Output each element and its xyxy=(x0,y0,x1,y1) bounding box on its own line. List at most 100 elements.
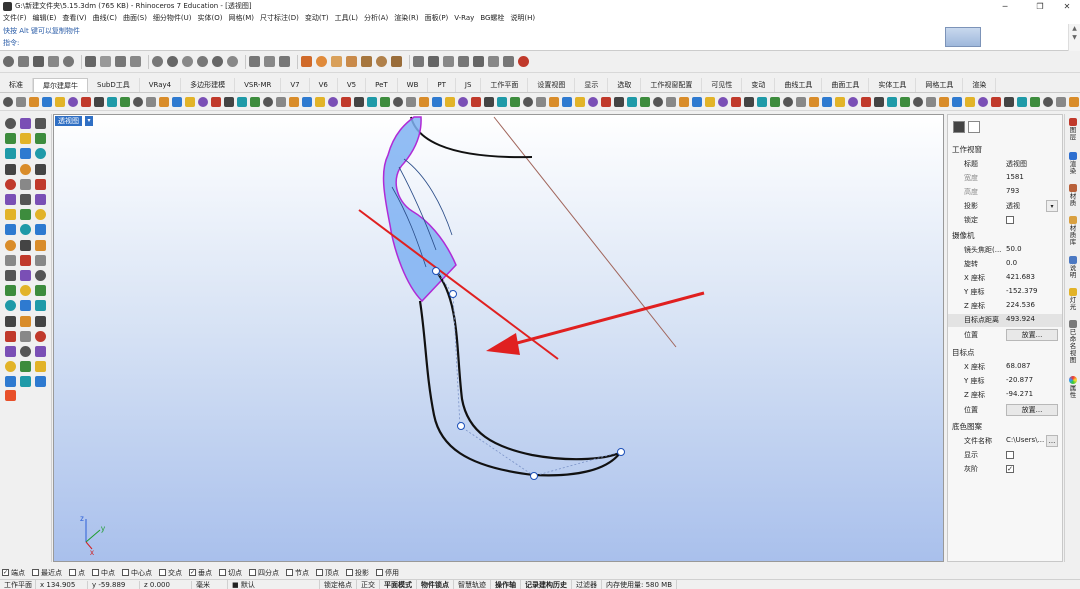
tool-icon[interactable] xyxy=(354,96,364,107)
model-canvas[interactable]: z y x xyxy=(54,115,944,562)
tool-icon[interactable] xyxy=(913,96,923,107)
grid-icon[interactable] xyxy=(361,56,372,67)
tool-icon[interactable] xyxy=(20,361,31,373)
tool-icon[interactable] xyxy=(159,96,169,107)
tool-icon[interactable] xyxy=(796,96,806,107)
camera-y-value[interactable]: -152.379 xyxy=(1006,287,1037,295)
red-line[interactable] xyxy=(358,209,559,360)
tab-solid-tools[interactable]: 实体工具 xyxy=(869,78,917,92)
side-tab-materials[interactable]: 材质 xyxy=(1068,184,1078,207)
tool-icon[interactable] xyxy=(20,224,31,236)
tool-icon[interactable] xyxy=(848,96,858,107)
tool-icon[interactable] xyxy=(35,178,46,190)
tool-icon[interactable] xyxy=(20,346,31,357)
select-points-icon[interactable] xyxy=(301,56,312,67)
menu-help[interactable]: 说明(H) xyxy=(510,13,535,23)
osnap-checkbox[interactable] xyxy=(316,569,323,576)
tool-icon[interactable] xyxy=(341,96,351,107)
chevron-down-icon[interactable]: ▾ xyxy=(1046,200,1058,212)
tool-icon[interactable] xyxy=(42,96,52,107)
menu-edit[interactable]: 编辑(E) xyxy=(33,13,57,23)
osnap-item[interactable]: 切点 xyxy=(219,568,242,578)
maximize-button[interactable]: ❐ xyxy=(1025,0,1055,12)
menu-render[interactable]: 渲染(R) xyxy=(394,13,418,23)
tab-v7[interactable]: V7 xyxy=(281,78,310,92)
filename-value[interactable]: C:\Users\... xyxy=(1006,436,1044,444)
tab-poly-modeling[interactable]: 多边形建模 xyxy=(181,78,236,92)
osnap-item[interactable]: 顶点 xyxy=(316,568,339,578)
tool-icon[interactable] xyxy=(35,376,46,388)
osnap-checkbox[interactable] xyxy=(32,569,39,576)
tool-icon[interactable] xyxy=(887,96,897,107)
tool-icon[interactable] xyxy=(20,376,31,388)
tool-icon[interactable] xyxy=(874,96,884,107)
tool-icon[interactable] xyxy=(562,96,572,107)
tool-icon[interactable] xyxy=(380,96,390,107)
tool-icon[interactable] xyxy=(835,96,845,107)
tab-display[interactable]: 显示 xyxy=(575,78,609,92)
zoom-window-icon[interactable] xyxy=(197,56,208,67)
osnap-checkbox[interactable] xyxy=(69,569,76,576)
osnap-item[interactable]: 停用 xyxy=(376,568,399,578)
tool-icon[interactable] xyxy=(35,315,46,327)
wireframe-icon[interactable] xyxy=(488,56,499,67)
tool-icon[interactable] xyxy=(35,346,46,357)
menu-dimension[interactable]: 尺寸标注(D) xyxy=(260,13,299,23)
control-point[interactable] xyxy=(530,472,538,480)
sun-icon[interactable] xyxy=(376,56,387,67)
tool-icon[interactable] xyxy=(861,96,871,107)
tool-icon[interactable] xyxy=(653,96,663,107)
tab-wb[interactable]: WB xyxy=(398,78,429,92)
tool-icon[interactable] xyxy=(35,224,46,236)
ghosted-icon[interactable] xyxy=(503,56,514,67)
tool-icon[interactable] xyxy=(35,133,46,145)
tool-icon[interactable] xyxy=(276,96,286,107)
tool-icon[interactable] xyxy=(107,96,117,107)
title-value[interactable]: 透视图 xyxy=(1006,159,1027,169)
paste-icon[interactable] xyxy=(115,56,126,67)
osnap-item[interactable]: ✓ 垂点 xyxy=(189,568,212,578)
tool-icon[interactable] xyxy=(35,239,46,251)
tool-icon[interactable] xyxy=(35,148,46,160)
tool-icon[interactable] xyxy=(5,315,16,327)
tool-icon[interactable] xyxy=(549,96,559,107)
tool-icon[interactable] xyxy=(20,209,31,221)
place-target-button[interactable]: 放置... xyxy=(1006,404,1058,416)
projection-select[interactable]: 透视 xyxy=(1006,201,1020,211)
tool-icon[interactable] xyxy=(35,270,46,281)
tab-transform[interactable]: 变动 xyxy=(742,78,776,92)
osnap-checkbox[interactable] xyxy=(122,569,129,576)
options-icon[interactable] xyxy=(391,56,402,67)
tool-icon[interactable] xyxy=(5,376,16,388)
osnap-item[interactable]: 交点 xyxy=(159,568,182,578)
tool-icon[interactable] xyxy=(5,330,16,342)
tab-cplane[interactable]: 工作平面 xyxy=(481,78,529,92)
tool-icon[interactable] xyxy=(406,96,416,107)
construction-line[interactable] xyxy=(493,116,677,348)
status-grid-snap[interactable]: 锁定格点 xyxy=(320,580,357,589)
minimize-button[interactable]: ─ xyxy=(990,0,1020,12)
new-file-icon[interactable] xyxy=(3,56,14,67)
profile-curve-inner[interactable] xyxy=(435,270,623,461)
osnap-checkbox[interactable]: ✓ xyxy=(2,569,9,576)
tool-icon[interactable] xyxy=(224,96,234,107)
tool-icon[interactable] xyxy=(35,285,46,297)
tool-icon[interactable] xyxy=(20,133,31,145)
tool-icon[interactable] xyxy=(523,96,533,107)
tool-icon[interactable] xyxy=(666,96,676,107)
tab-surface-tools[interactable]: 曲面工具 xyxy=(822,78,870,92)
osnap-item[interactable]: 中心点 xyxy=(122,568,152,578)
four-view-icon[interactable] xyxy=(264,56,275,67)
tool-icon[interactable] xyxy=(445,96,455,107)
tool-icon[interactable] xyxy=(5,163,16,175)
tool-icon[interactable] xyxy=(1043,96,1053,107)
side-tab-properties[interactable]: 属性 xyxy=(1068,376,1078,399)
shaded-icon[interactable] xyxy=(458,56,469,67)
tool-icon[interactable] xyxy=(744,96,754,107)
material-icon[interactable] xyxy=(428,56,439,67)
status-smarttrack[interactable]: 智慧轨迹 xyxy=(454,580,491,589)
tool-icon[interactable] xyxy=(5,118,16,129)
tool-icon[interactable] xyxy=(198,96,208,107)
menu-analyze[interactable]: 分析(A) xyxy=(364,13,388,23)
tool-icon[interactable] xyxy=(705,96,715,107)
